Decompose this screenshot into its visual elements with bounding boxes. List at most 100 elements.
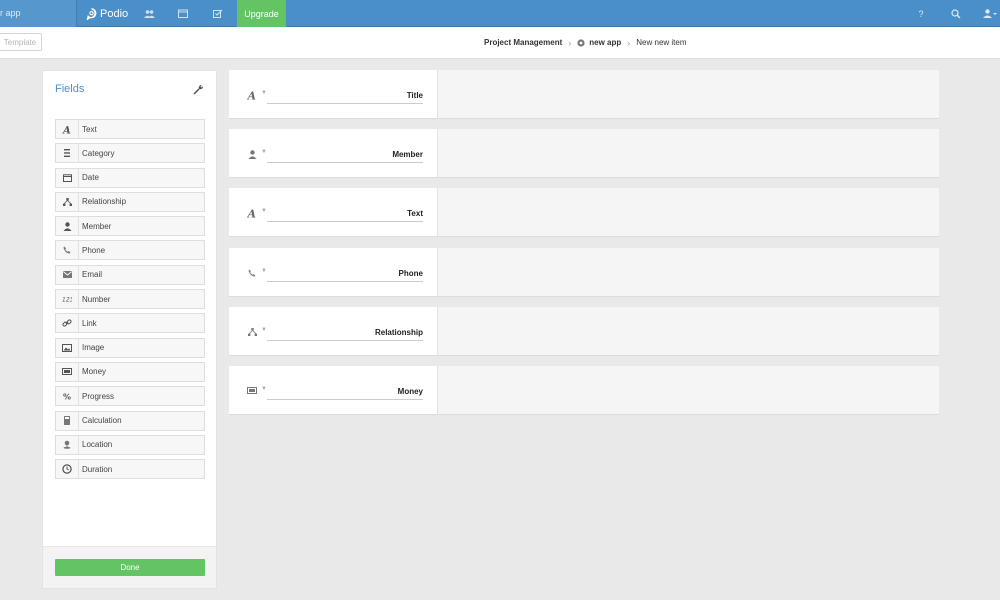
- field-type-label: Money: [82, 367, 107, 377]
- field-label-cell: ▼ Relationship: [229, 306, 438, 355]
- svg-text:A: A: [62, 125, 71, 134]
- field-type-item[interactable]: Email: [55, 264, 205, 285]
- field-type-item[interactable]: % Progress: [55, 386, 205, 407]
- number-icon: 123: [56, 290, 79, 309]
- svg-text:123: 123: [62, 297, 72, 303]
- money-icon: [56, 362, 79, 381]
- field-type-label: Link: [82, 318, 97, 328]
- field-label-input[interactable]: Relationship: [267, 325, 423, 341]
- money-icon[interactable]: [245, 384, 259, 398]
- logo-text: Podio: [100, 7, 129, 20]
- form-field-row[interactable]: A ▼ Title: [229, 70, 939, 119]
- email-icon: [56, 265, 79, 284]
- calculation-icon: [56, 411, 79, 430]
- field-type-item[interactable]: Duration: [55, 459, 205, 480]
- text-icon: A: [56, 120, 79, 138]
- chevron-right-icon: ›: [627, 37, 631, 48]
- search-icon[interactable]: [945, 0, 967, 27]
- svg-text:%: %: [63, 393, 71, 401]
- field-type-label: Duration: [82, 464, 113, 474]
- form-field-row[interactable]: ▼ Member: [229, 129, 939, 179]
- field-type-label: Progress: [82, 391, 115, 401]
- fields-panel: Fields A Text Category Date Relationship …: [42, 70, 217, 589]
- field-type-label: Number: [82, 294, 111, 304]
- member-icon: [56, 217, 79, 236]
- field-label-cell: A ▼ Text: [229, 188, 438, 237]
- field-type-item[interactable]: Relationship: [55, 191, 205, 212]
- text-icon[interactable]: A: [245, 206, 259, 220]
- field-type-list: A Text Category Date Relationship Member …: [55, 119, 205, 483]
- phone-icon: [56, 241, 79, 260]
- phone-icon[interactable]: [245, 266, 259, 280]
- breadcrumb-app[interactable]: new app: [589, 38, 621, 47]
- podio-logo[interactable]: Podio: [86, 0, 128, 27]
- member-icon[interactable]: [245, 147, 259, 161]
- field-type-label: Email: [82, 270, 103, 280]
- field-label-input[interactable]: Phone: [267, 266, 423, 282]
- field-type-label: Text: [82, 124, 97, 134]
- field-type-item[interactable]: Location: [55, 434, 205, 455]
- field-type-item[interactable]: A Text: [55, 119, 205, 139]
- text-icon[interactable]: A: [245, 88, 259, 102]
- field-type-label: Calculation: [82, 416, 122, 426]
- app-header: Template Project Management › new app › …: [0, 27, 1000, 59]
- chevron-right-icon: ›: [568, 37, 572, 48]
- form-field-row[interactable]: ▼ Money: [229, 365, 939, 415]
- field-type-label: Phone: [82, 245, 106, 255]
- help-button[interactable]: ?: [910, 0, 932, 27]
- svg-text:A: A: [247, 208, 257, 218]
- form-field-row[interactable]: ▼ Phone: [229, 247, 939, 297]
- field-type-label: Date: [82, 173, 99, 183]
- field-type-item[interactable]: Phone: [55, 240, 205, 261]
- field-type-item[interactable]: 123 Number: [55, 289, 205, 310]
- breadcrumb-workspace[interactable]: Project Management: [484, 38, 562, 47]
- field-type-item[interactable]: Member: [55, 216, 205, 237]
- relationship-icon: [56, 192, 79, 211]
- field-label-cell: A ▼ Title: [229, 70, 438, 118]
- app-icon: [577, 38, 585, 47]
- field-type-item[interactable]: Category: [55, 143, 205, 164]
- contacts-nav-icon[interactable]: [136, 0, 162, 27]
- fields-panel-title: Fields: [55, 83, 85, 95]
- field-label-input[interactable]: Title: [267, 88, 423, 104]
- calendar-icon: [56, 168, 79, 187]
- top-navigation-bar: r app Podio Upgrade ?: [0, 0, 1000, 27]
- field-type-item[interactable]: Link: [55, 313, 205, 334]
- field-label-cell: ▼ Phone: [229, 247, 438, 296]
- field-type-item[interactable]: Date: [55, 167, 205, 188]
- field-type-label: Relationship: [82, 197, 127, 207]
- progress-icon: %: [56, 387, 79, 406]
- category-icon: [56, 144, 79, 163]
- field-label-cell: ▼ Member: [229, 129, 438, 178]
- upgrade-button[interactable]: Upgrade: [237, 0, 286, 27]
- form-field-row[interactable]: ▼ Relationship: [229, 306, 939, 356]
- form-field-row[interactable]: A ▼ Text: [229, 188, 939, 238]
- field-type-item[interactable]: Calculation: [55, 410, 205, 431]
- link-icon: [56, 314, 79, 333]
- field-type-label: Category: [82, 148, 115, 158]
- image-icon: [56, 338, 79, 357]
- form-fields-area: A ▼ Title ▼ Member A ▼ Text ▼ Phone ▼ Re…: [229, 70, 939, 425]
- relationship-icon[interactable]: [245, 325, 259, 339]
- field-label-input[interactable]: Member: [267, 147, 423, 164]
- podio-logo-icon: [86, 7, 97, 20]
- field-label-cell: ▼ Money: [229, 365, 438, 414]
- search-input[interactable]: r app: [0, 0, 77, 27]
- template-button[interactable]: Template: [0, 33, 42, 51]
- field-label-input[interactable]: Text: [267, 206, 423, 223]
- field-label-input[interactable]: Money: [267, 384, 423, 400]
- calendar-nav-icon[interactable]: [170, 0, 196, 27]
- field-type-label: Member: [82, 221, 112, 231]
- user-menu-icon[interactable]: [980, 0, 1000, 27]
- svg-text:A: A: [247, 90, 257, 100]
- fields-panel-footer: Done: [43, 546, 216, 588]
- breadcrumb: Project Management › new app › New new i…: [484, 27, 687, 58]
- wrench-icon[interactable]: [193, 82, 204, 100]
- field-type-label: Image: [82, 343, 105, 353]
- field-type-item[interactable]: Image: [55, 337, 205, 358]
- done-button[interactable]: Done: [55, 559, 205, 576]
- breadcrumb-item: New new item: [636, 38, 687, 47]
- field-type-item[interactable]: Money: [55, 361, 205, 382]
- duration-icon: [56, 460, 79, 479]
- tasks-nav-icon[interactable]: [205, 0, 231, 27]
